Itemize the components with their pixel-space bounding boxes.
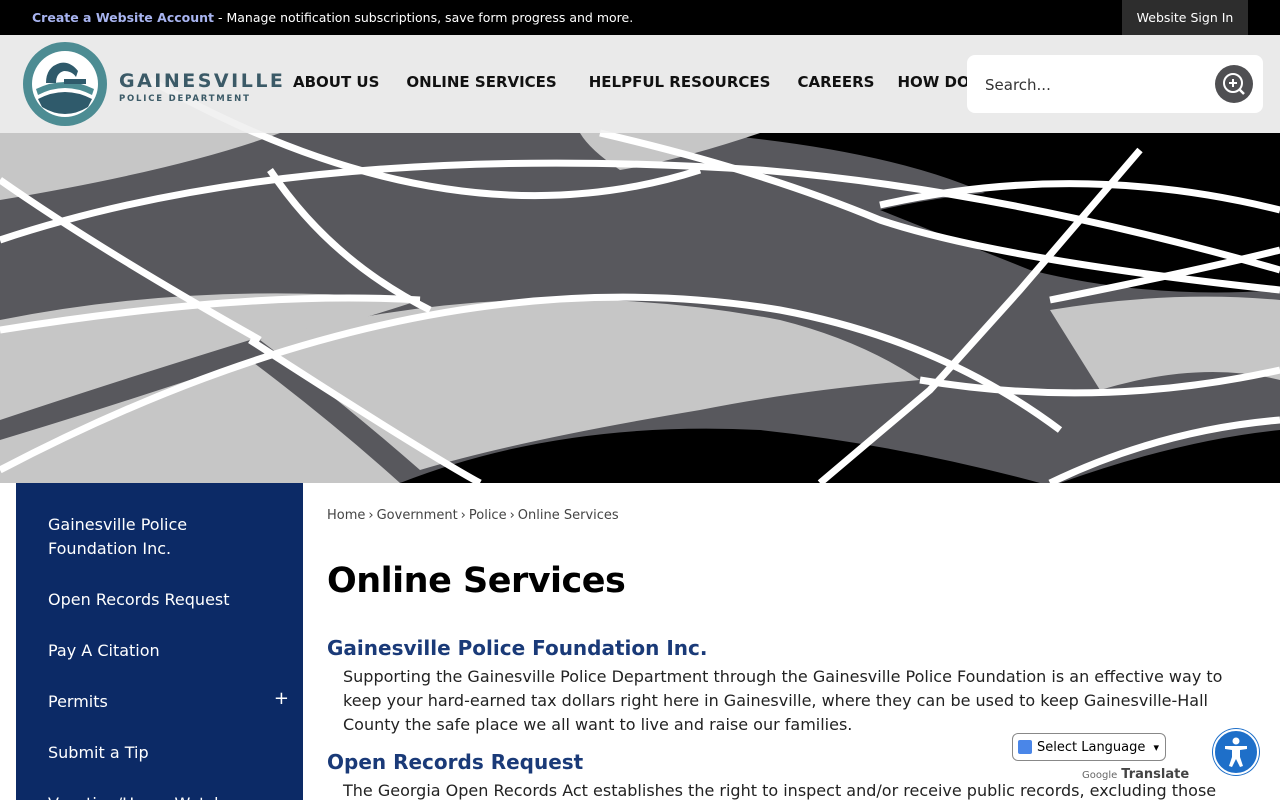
top-bar: Create a Website Account - Manage notifi… (0, 0, 1280, 35)
site-header: GAINESVILLE POLICE DEPARTMENT ABOUT US O… (0, 35, 1280, 133)
breadcrumb-separator: › (368, 508, 374, 523)
logo-emblem[interactable] (22, 41, 108, 131)
search-input[interactable] (983, 71, 1197, 99)
logo-text[interactable]: GAINESVILLE POLICE DEPARTMENT (119, 70, 285, 104)
sidebar-item-submit-tip[interactable]: Submit a Tip (48, 741, 149, 765)
breadcrumb-government[interactable]: Government (377, 508, 458, 523)
breadcrumb: Home › Government › Police › Online Services (327, 508, 619, 523)
breadcrumb-home[interactable]: Home (327, 508, 365, 523)
breadcrumb-separator: › (460, 508, 466, 523)
nav-online-services[interactable]: ONLINE SERVICES (406, 73, 556, 91)
powered-by-google: Google Translate (1082, 767, 1189, 782)
logo-title: GAINESVILLE (119, 70, 286, 92)
search-box (967, 55, 1263, 113)
section-title-police-foundation[interactable]: Gainesville Police Foundation Inc. (327, 636, 707, 660)
main-nav: ABOUT US ONLINE SERVICES HELPFUL RESOURC… (293, 73, 1025, 91)
section-body-open-records: The Georgia Open Records Act establishes… (343, 781, 1217, 800)
language-select-label: Select Language (1037, 740, 1146, 755)
badge-icon (23, 42, 107, 126)
search-button[interactable] (1215, 65, 1253, 103)
section-title-open-records[interactable]: Open Records Request (327, 750, 583, 774)
google-translate-widget: Select Language ▾ Google Translate (1012, 733, 1189, 782)
language-select[interactable]: Select Language ▾ (1012, 733, 1166, 761)
chevron-down-icon: ▾ (1153, 741, 1159, 754)
account-message-text: - Manage notification subscriptions, sav… (214, 10, 634, 25)
sidebar-nav: Gainesville Police Foundation Inc. Open … (16, 483, 303, 800)
nav-about-us[interactable]: ABOUT US (293, 73, 379, 91)
nav-careers[interactable]: CAREERS (797, 73, 874, 91)
translate-label[interactable]: Translate (1121, 767, 1189, 782)
expand-permits-button[interactable]: + (274, 688, 289, 709)
account-message: Create a Website Account - Manage notifi… (32, 10, 633, 25)
search-icon (1223, 73, 1245, 95)
accessibility-icon (1225, 737, 1247, 767)
sidebar-item-open-records[interactable]: Open Records Request (48, 588, 230, 612)
sidebar-item-permits[interactable]: Permits (48, 690, 108, 714)
google-label: Google (1082, 770, 1118, 781)
sidebar-item-vacation-watch[interactable]: Vacation/Home Watch (48, 792, 224, 800)
sidebar-item-police-foundation[interactable]: Gainesville Police Foundation Inc. (48, 513, 248, 561)
page-title: Online Services (327, 561, 626, 601)
nav-helpful-resources[interactable]: HELPFUL RESOURCES (589, 73, 771, 91)
logo-subtitle: POLICE DEPARTMENT (119, 94, 251, 104)
create-account-link[interactable]: Create a Website Account (32, 10, 214, 25)
sidebar-item-pay-citation[interactable]: Pay A Citation (48, 639, 160, 663)
accessibility-button[interactable] (1213, 729, 1259, 775)
website-sign-in-button[interactable]: Website Sign In (1122, 0, 1248, 35)
breadcrumb-separator: › (509, 508, 515, 523)
breadcrumb-current: Online Services (517, 508, 619, 523)
google-translate-icon (1018, 740, 1032, 754)
section-body-police-foundation: Supporting the Gainesville Police Depart… (343, 667, 1223, 734)
breadcrumb-police[interactable]: Police (469, 508, 507, 523)
